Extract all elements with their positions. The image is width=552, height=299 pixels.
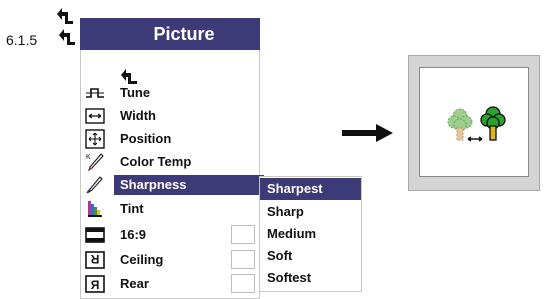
submenu-item-sharpest[interactable]: Sharpest: [260, 178, 361, 200]
menu-item-position[interactable]: Position: [81, 128, 259, 150]
sharpness-icon: [86, 176, 103, 194]
picture-menu-panel: Picture Tune Width Position K Color Temp…: [80, 18, 264, 299]
svg-text:R: R: [90, 278, 99, 292]
tint-icon: [88, 201, 102, 217]
trees-icon: [447, 106, 506, 142]
rear-checkbox[interactable]: [231, 274, 255, 293]
submenu-item-sharp[interactable]: Sharp: [260, 201, 361, 223]
submenu-item-medium[interactable]: Medium: [260, 223, 361, 245]
svg-text:R: R: [90, 252, 99, 266]
menu-item-color-temp[interactable]: K Color Temp: [81, 151, 259, 173]
menu-item-16-9[interactable]: 16:9: [81, 224, 259, 246]
tune-icon: [86, 88, 104, 98]
menu-item-ceiling[interactable]: R Ceiling: [81, 249, 259, 271]
sharpness-submenu: Sharpest Sharp Medium Soft Softest: [259, 176, 362, 292]
color-temp-icon: K: [86, 153, 104, 172]
preview-screen: [419, 67, 529, 177]
section-number: 6.1.5: [6, 32, 38, 48]
ceiling-icon: R: [85, 251, 105, 269]
menu-item-width[interactable]: Width: [81, 105, 259, 127]
menu-item-sharpness[interactable]: Sharpness: [81, 174, 264, 196]
menu-item-rear[interactable]: R Rear: [81, 273, 259, 295]
aspect-checkbox[interactable]: [231, 225, 255, 244]
width-icon: [85, 108, 105, 124]
menu-item-tune[interactable]: Tune: [81, 82, 259, 104]
submenu-item-softest[interactable]: Softest: [260, 267, 361, 289]
ceiling-checkbox[interactable]: [231, 250, 255, 269]
right-arrow-icon: [342, 124, 393, 142]
return-arrow-icon[interactable]: [54, 4, 76, 26]
aspect-icon: [85, 227, 105, 243]
sharpness-preview: [408, 55, 540, 191]
return-arrow-icon[interactable]: [56, 25, 78, 47]
rear-icon: R: [85, 275, 105, 293]
menu-item-tint[interactable]: Tint: [81, 198, 259, 220]
panel-title: Picture: [80, 18, 260, 50]
submenu-item-soft[interactable]: Soft: [260, 245, 361, 267]
position-icon: [85, 129, 105, 149]
svg-text:K: K: [86, 154, 91, 161]
